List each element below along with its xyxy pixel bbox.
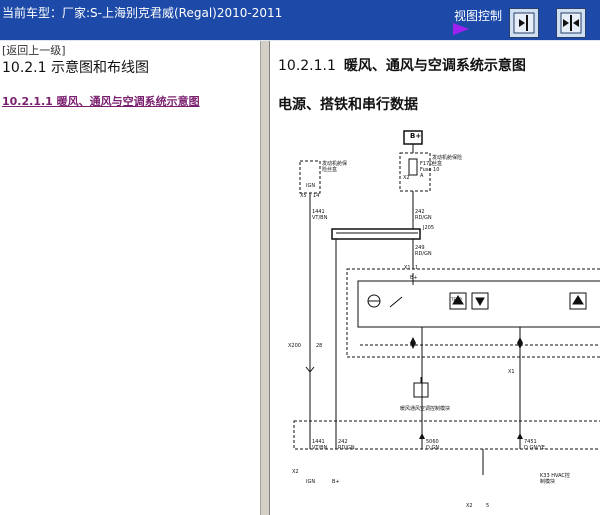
inline-pin: 28 [316,343,323,349]
hvac-pin-label: B+ [410,275,418,281]
ign-box-label: 发动机舱保险丝盒 [322,161,348,173]
bottom-batt-label: B+ [332,479,340,485]
pane-splitter[interactable] [260,41,270,515]
play-arrow-icon[interactable] [453,23,469,35]
splice-bar [331,228,421,240]
page-title: 10.2.1.1 暖风、通风与空调系统示意图 [278,55,526,75]
split-view-button[interactable] [556,8,586,38]
split-view-icon [560,12,582,34]
vehicle-model-title: 当前车型：厂家:S-上海别克君威(Regal)2010-2011 [2,6,283,20]
ground-pin: 5 [486,503,490,509]
wire-1441-color: VT/BN [312,215,328,221]
bottom-connector: X2 [292,469,299,475]
inline-connector: X200 [288,343,301,349]
wire-1441-color-bottom: VT/BN [312,445,328,451]
content-pane: 10.2.1.1 暖风、通风与空调系统示意图 电源、搭铁和串行数据 B+ 发动机… [270,41,600,515]
bottom-ign-label: IGN [306,479,316,485]
view-control-label: 视图控制 [454,9,503,23]
temp-label: TEMP [451,297,462,302]
wire-249-color: RD/GN [415,251,432,257]
ctrl-module-label: 暖风通风空调控制模块 [400,406,451,412]
ground-connector: X2 [466,503,473,509]
page-title-number: 10.2.1.1 [278,58,336,74]
fuse-label: F17D Fuse 10 A [420,161,440,179]
hvac-connector: X1 [404,265,411,271]
ign-connector: X5 [300,193,307,199]
x1-connector-label: X1 [508,369,515,375]
fuse-connector-label: X2 [403,175,410,181]
batt-label: B+ [410,132,422,140]
wire-242-color: RD/GN [415,215,432,221]
title-bar: 当前车型：厂家:S-上海别克君威(Regal)2010-2011 视图控制 [0,0,600,40]
splice-label: J205 [423,225,435,231]
hvac-module-box [346,268,600,358]
navigation-pane: [返回上一级] 10.2.1 示意图和布线图 10.2.1.1 暖风、通风与空调… [0,41,260,515]
section-heading: 10.2.1 示意图和布线图 [2,60,149,76]
wire-7451-color: D GN/YE [524,445,545,451]
page-title-text: 暖风、通风与空调系统示意图 [343,58,526,74]
wire-5060-color: D GN [426,445,440,451]
fuse-symbol [408,158,418,176]
ign-label: IGN [306,183,316,189]
hvac-pin: 1 [415,265,419,271]
ctrl-module-symbol [413,382,429,398]
hvac-schematic-link[interactable]: 10.2.1.1 暖风、通风与空调系统示意图 [2,93,200,109]
collapse-left-icon [513,12,535,34]
collapse-left-button[interactable] [509,8,539,38]
module-label: K33 HVAC控制模块 [540,473,570,485]
ign-pin: 14 [313,193,320,199]
page-subtitle: 电源、搭铁和串行数据 [278,97,418,113]
wire-242-color-bottom: RD/GN [338,445,355,451]
back-link[interactable]: [返回上一级] [2,42,66,58]
